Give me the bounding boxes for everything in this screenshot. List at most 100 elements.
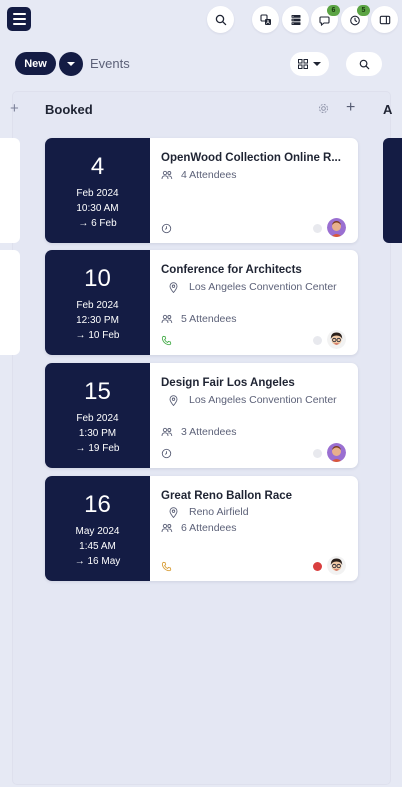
chevron-down-icon xyxy=(67,62,75,66)
clock-icon xyxy=(161,448,172,459)
timer-icon xyxy=(349,15,360,25)
location-pin-icon xyxy=(167,280,179,294)
people-icon xyxy=(161,168,173,182)
event-time: 1:30 PM xyxy=(78,428,117,439)
arrow-right-icon: → xyxy=(74,556,88,567)
event-time: 10:30 AM xyxy=(76,203,119,214)
new-button[interactable]: New xyxy=(15,52,56,75)
event-date-block: 10 Feb 2024 12:30 PM → 10 Feb xyxy=(45,250,150,355)
location-pin-icon xyxy=(167,393,179,407)
chat-badge: 6 xyxy=(327,5,340,16)
attendees-row: 5 Attendees xyxy=(161,312,236,327)
event-end: → 10 Feb xyxy=(45,330,150,341)
location-pin-icon xyxy=(167,505,179,519)
event-end-date: 16 May xyxy=(87,556,121,567)
column-title: Booked xyxy=(45,102,93,117)
event-day: 16 xyxy=(84,491,111,518)
prev-column-card[interactable] xyxy=(0,250,20,355)
prev-column-add-icon[interactable]: + xyxy=(10,100,19,117)
event-attendees: 3 Attendees xyxy=(181,426,237,438)
arrow-right-icon: → xyxy=(75,330,89,341)
avatar[interactable] xyxy=(327,330,346,349)
event-card[interactable]: 4 Feb 2024 10:30 AM → 6 Feb OpenWood Col… xyxy=(45,138,358,243)
timer-badge: 5 xyxy=(357,5,370,16)
board-search-button[interactable] xyxy=(346,52,382,76)
event-card[interactable]: 16 May 2024 1:45 AM → 16 May Great Reno … xyxy=(45,476,358,581)
event-date-block: 4 Feb 2024 10:30 AM → 6 Feb xyxy=(45,138,150,243)
location-row: Reno Airfield xyxy=(161,505,249,520)
attendees-row: 3 Attendees xyxy=(161,425,236,440)
event-end: → 16 May xyxy=(45,556,150,567)
status-dot xyxy=(313,449,322,458)
event-day: 10 xyxy=(84,265,111,292)
people-icon xyxy=(161,521,173,535)
event-month-year: Feb 2024 xyxy=(76,300,119,311)
search-icon xyxy=(359,59,369,69)
view-switcher-button[interactable] xyxy=(290,52,329,76)
event-title: Great Reno Ballon Race xyxy=(161,490,293,502)
page-title: Events xyxy=(90,56,130,71)
event-end-date: 6 Feb xyxy=(91,218,117,229)
search-button[interactable] xyxy=(207,6,234,33)
hamburger-menu-icon[interactable] xyxy=(7,7,31,31)
people-icon xyxy=(161,425,173,439)
event-title: Conference for Architects xyxy=(161,264,302,276)
avatar[interactable] xyxy=(327,218,346,237)
server-button[interactable] xyxy=(282,6,309,33)
people-icon xyxy=(161,312,173,326)
phone-icon[interactable] xyxy=(161,561,172,572)
event-location: Los Angeles Convention Center xyxy=(189,394,337,406)
event-month-year: Feb 2024 xyxy=(76,188,119,199)
grid-view-icon xyxy=(298,59,308,69)
status-dot xyxy=(313,336,322,345)
event-date-block: 16 May 2024 1:45 AM → 16 May xyxy=(45,476,150,581)
status-dot xyxy=(313,562,322,571)
avatar[interactable] xyxy=(327,443,346,462)
server-icon xyxy=(291,14,300,25)
status-dot xyxy=(313,224,322,233)
translate-button[interactable]: A xyxy=(252,6,279,33)
event-time: 12:30 PM xyxy=(76,315,119,326)
event-card[interactable]: 15 Feb 2024 1:30 PM → 19 Feb Design Fair… xyxy=(45,363,358,468)
avatar[interactable] xyxy=(327,556,346,575)
chat-button[interactable]: 6 xyxy=(311,5,340,33)
next-column-card[interactable] xyxy=(383,138,402,243)
event-location: Reno Airfield xyxy=(189,506,249,518)
chat-icon xyxy=(318,15,330,26)
gear-icon[interactable] xyxy=(318,103,329,114)
event-day: 4 xyxy=(90,153,105,180)
event-card[interactable]: 10 Feb 2024 12:30 PM → 10 Feb Conference… xyxy=(45,250,358,355)
event-date-block: 15 Feb 2024 1:30 PM → 19 Feb xyxy=(45,363,150,468)
event-time: 1:45 AM xyxy=(79,541,116,552)
plus-icon[interactable]: + xyxy=(346,99,355,117)
event-end-date: 10 Feb xyxy=(88,330,120,341)
location-row: Los Angeles Convention Center xyxy=(161,393,337,408)
event-month-year: May 2024 xyxy=(75,526,120,537)
event-end: → 19 Feb xyxy=(45,443,150,454)
attendees-row: 4 Attendees xyxy=(161,168,236,183)
translate-icon: A xyxy=(259,13,271,26)
phone-icon[interactable] xyxy=(161,335,172,346)
attendees-row: 6 Attendees xyxy=(161,521,236,536)
event-title: OpenWood Collection Online R... xyxy=(161,152,341,164)
sidebar-panel-icon xyxy=(379,15,390,24)
timer-button[interactable]: 5 xyxy=(341,5,370,33)
sidebar-panel-button[interactable] xyxy=(371,6,398,33)
new-dropdown-button[interactable] xyxy=(59,52,83,76)
event-attendees: 5 Attendees xyxy=(181,313,237,325)
prev-column-card[interactable] xyxy=(0,138,20,243)
arrow-right-icon: → xyxy=(75,443,89,454)
next-column-title: A xyxy=(383,102,393,117)
event-end: → 6 Feb xyxy=(45,218,150,229)
chevron-down-icon xyxy=(313,62,321,66)
event-location: Los Angeles Convention Center xyxy=(189,281,337,293)
top-bar: A 6 5 xyxy=(0,0,402,38)
event-day: 15 xyxy=(84,378,111,405)
event-month-year: Feb 2024 xyxy=(76,413,119,424)
search-icon xyxy=(215,14,226,25)
event-attendees: 6 Attendees xyxy=(181,522,237,534)
arrow-right-icon: → xyxy=(78,218,92,229)
event-title: Design Fair Los Angeles xyxy=(161,377,295,389)
event-attendees: 4 Attendees xyxy=(181,169,237,181)
svg-text:A: A xyxy=(266,20,270,26)
